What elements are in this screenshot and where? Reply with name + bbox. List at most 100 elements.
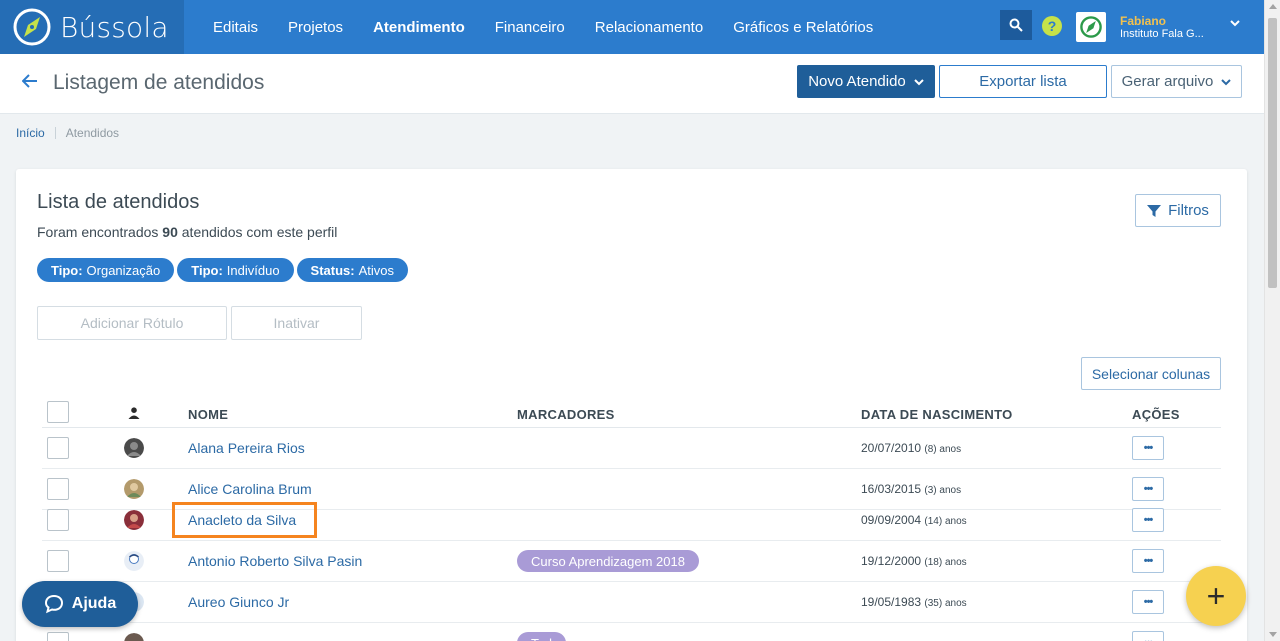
select-all-checkbox[interactable] <box>47 401 69 423</box>
nav-item-graficos[interactable]: Gráficos e Relatórios <box>718 19 888 36</box>
row-actions-button[interactable]: ••• <box>1132 549 1164 573</box>
breadcrumb-home[interactable]: Início <box>16 126 45 140</box>
avatar <box>124 551 144 571</box>
attendees-card: Lista de atendidos Foram encontrados 90 … <box>16 169 1247 641</box>
row-actions-button[interactable]: ••• <box>1132 631 1164 641</box>
card-title: Lista de atendidos <box>37 191 200 213</box>
birth-date-value: 19/12/2000 <box>861 554 922 568</box>
row-checkbox[interactable] <box>47 437 69 459</box>
avatar <box>124 479 144 499</box>
birth-date: 09/09/2004 (14) anos <box>861 513 967 527</box>
birth-date-value: 20/07/2010 <box>861 441 922 455</box>
compass-logo-icon <box>1080 16 1102 38</box>
page-title: Listagem de atendidos <box>53 71 265 94</box>
avatar <box>124 633 144 641</box>
row-actions-button[interactable]: ••• <box>1132 436 1164 460</box>
tag-badge[interactable]: Tod <box>517 632 566 641</box>
person-icon <box>124 633 144 641</box>
filters-button[interactable]: Filtros <box>1135 194 1221 227</box>
tag-badge[interactable]: Curso Aprendizagem 2018 <box>517 550 699 572</box>
nav-item-relacionamento[interactable]: Relacionamento <box>580 19 718 36</box>
row-actions-button[interactable]: ••• <box>1132 590 1164 614</box>
nav-item-atendimento[interactable]: Atendimento <box>358 19 480 36</box>
row-checkbox[interactable] <box>47 509 69 531</box>
add-label-button[interactable]: Adicionar Rótulo <box>37 306 227 340</box>
age: (3) anos <box>924 485 962 496</box>
birth-date: 20/07/2010 (8) anos <box>861 441 961 455</box>
row-actions-button[interactable]: ••• <box>1132 477 1164 501</box>
age: (35) anos <box>924 598 967 609</box>
export-list-button[interactable]: Exportar lista <box>939 65 1107 98</box>
help-icon[interactable]: ? <box>1042 16 1062 36</box>
generate-file-button[interactable]: Gerar arquivo <box>1111 65 1242 98</box>
breadcrumb: Início Atendidos <box>16 126 119 140</box>
new-attendee-button[interactable]: Novo Atendido <box>797 65 935 98</box>
birth-date: 19/05/1983 (35) anos <box>861 595 967 609</box>
top-navbar: Bússola Editais Projetos Atendimento Fin… <box>0 0 1264 54</box>
page-header: Listagem de atendidos Novo Atendido Expo… <box>0 54 1264 114</box>
chevron-down-icon <box>1221 78 1232 85</box>
filter-chip[interactable]: Tipo: Organização <box>37 258 175 282</box>
age: (14) anos <box>924 516 967 527</box>
back-arrow-icon[interactable] <box>22 74 38 88</box>
chip-value: Ativos <box>358 262 395 278</box>
nav-item-editais[interactable]: Editais <box>198 19 273 36</box>
table-row: Alana Pereira Rios 20/07/2010 (8) anos •… <box>42 428 1221 469</box>
filter-chip[interactable]: Status: Ativos <box>296 258 409 282</box>
person-icon <box>124 510 144 530</box>
active-filters: Tipo: Organização Tipo: Indivíduo Status: A… <box>37 258 409 282</box>
column-header-birth[interactable]: DATA DE NASCIMENTO <box>861 407 1013 422</box>
attendee-name-link[interactable]: Antonio Roberto Silva Pasin <box>188 553 362 569</box>
user-name[interactable]: Fabiano <box>1120 14 1166 28</box>
highlight-box <box>172 502 317 538</box>
select-columns-button[interactable]: Selecionar colunas <box>1081 357 1221 390</box>
column-header-actions: AÇÕES <box>1132 407 1180 422</box>
birth-date: 19/12/2000 (18) anos <box>861 554 967 568</box>
help-chat-button[interactable]: Ajuda <box>22 581 138 627</box>
attendee-name-link[interactable]: Alana Pereira Rios <box>188 440 305 456</box>
column-header-tags[interactable]: MARCADORES <box>517 407 615 422</box>
nav-item-projetos[interactable]: Projetos <box>273 19 358 36</box>
inactivate-text: Inativar <box>273 315 320 331</box>
birth-date-value: 09/09/2004 <box>861 513 922 527</box>
row-actions-button[interactable]: ••• <box>1132 508 1164 532</box>
scroll-thumb[interactable] <box>1268 18 1277 288</box>
chat-bubble-icon <box>44 594 63 614</box>
new-attendee-label: Novo Atendido <box>808 73 906 90</box>
age: (8) anos <box>924 444 962 455</box>
chip-key: Tipo: <box>51 262 83 278</box>
avatar <box>124 438 144 458</box>
row-checkbox[interactable] <box>47 550 69 572</box>
select-columns-text: Selecionar colunas <box>1091 365 1211 382</box>
help-label: Ajuda <box>71 595 117 612</box>
row-checkbox[interactable] <box>47 632 69 641</box>
attendee-name-link[interactable]: Aureo Giunco Jr <box>188 594 289 610</box>
app-name: Bússola <box>60 10 169 44</box>
summary-prefix: Foram encontrados <box>37 224 163 240</box>
breadcrumb-separator <box>54 127 56 139</box>
chevron-down-icon <box>914 78 924 85</box>
person-icon <box>124 551 144 571</box>
birth-date: 16/03/2015 (3) anos <box>861 482 961 496</box>
attendee-name-link[interactable]: Alice Carolina Brum <box>188 481 312 497</box>
person-icon <box>124 438 144 458</box>
row-checkbox[interactable] <box>47 478 69 500</box>
scroll-up-icon[interactable] <box>1269 4 1277 9</box>
add-fab-button[interactable]: + <box>1186 566 1246 626</box>
column-header-name[interactable]: NOME <box>188 407 228 422</box>
compass-logo-icon <box>13 8 51 46</box>
avatar <box>124 510 144 530</box>
nav-item-financeiro[interactable]: Financeiro <box>480 19 580 36</box>
user-org[interactable]: Instituto Fala G... <box>1120 28 1204 40</box>
brand[interactable]: Bússola <box>0 0 184 54</box>
filters-label: Filtros <box>1168 202 1209 219</box>
org-avatar[interactable] <box>1076 12 1106 42</box>
search-button[interactable] <box>1000 10 1032 40</box>
inactivate-button[interactable]: Inativar <box>231 306 362 340</box>
chip-value: Indivíduo <box>226 262 280 278</box>
chevron-down-icon[interactable] <box>1230 18 1240 28</box>
scroll-down-icon[interactable] <box>1269 632 1277 637</box>
filter-chip[interactable]: Tipo: Indivíduo <box>177 258 294 282</box>
page-scrollbar[interactable] <box>1264 0 1280 641</box>
chip-key: Status: <box>310 262 355 278</box>
